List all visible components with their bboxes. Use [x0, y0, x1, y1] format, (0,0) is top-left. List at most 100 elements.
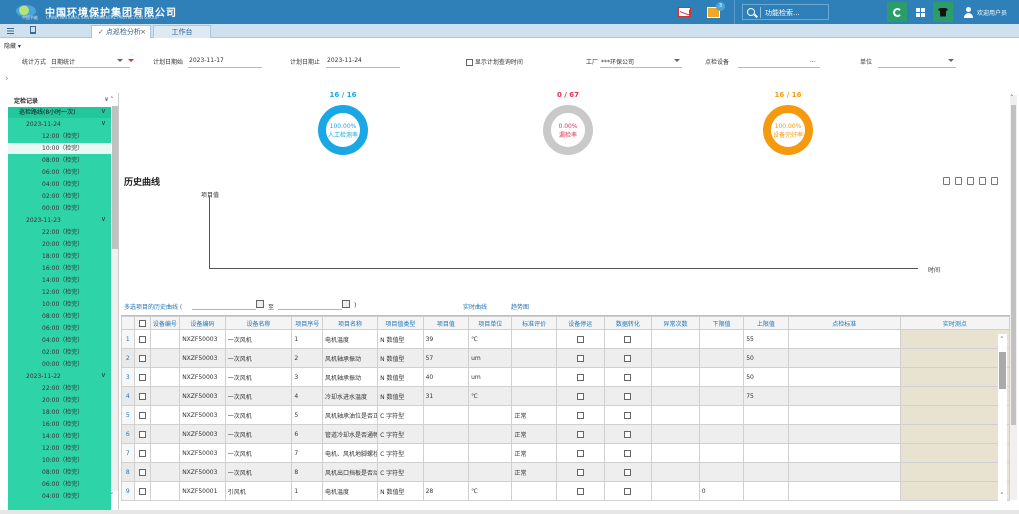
row-checkbox[interactable] [133, 386, 151, 406]
row-checkbox[interactable] [133, 443, 151, 463]
tree-item-time[interactable]: 08:00（检完） [8, 467, 111, 478]
history-start-input[interactable] [192, 299, 256, 310]
tree-item-time[interactable]: 12:00（检完） [8, 131, 111, 142]
user-menu[interactable]: 欢迎用户员 [963, 4, 1007, 20]
chevron-down-icon[interactable]: ∨ [104, 96, 109, 103]
table-row[interactable]: 5NXZF50003一次风机5风机轴承油位是否正常C 字符型正常 [121, 405, 1010, 425]
data-transform-checkbox[interactable] [603, 348, 653, 368]
tree-item-time[interactable]: 18:00（检完） [8, 251, 111, 262]
table-row[interactable]: 4 NXZF50003 一次风机 4 冷却水进水温度 N 数值型 31 ℃ 75 [121, 386, 1010, 406]
tree-item-time[interactable]: 10:00（检完） [8, 143, 111, 154]
tree-item-time[interactable]: 04:00（检完） [8, 179, 111, 190]
table-scrollbar[interactable] [998, 334, 1007, 504]
row-checkbox[interactable] [133, 329, 151, 349]
data-transform-checkbox[interactable] [603, 329, 653, 349]
device-stopped-checkbox[interactable] [555, 329, 605, 349]
tree-item-time[interactable]: 16:00（检完） [8, 419, 111, 430]
tree-scroll-down-icon[interactable]: ˅ [110, 492, 114, 500]
tree-item-time[interactable]: 06:00（检完） [8, 479, 111, 490]
page-scrollbar[interactable] [1010, 95, 1017, 500]
tree-scrollbar[interactable] [112, 106, 118, 491]
tree-item-date[interactable]: 2023-11-24 [8, 119, 111, 130]
tree-item-time[interactable]: 12:00（检完） [8, 287, 111, 298]
device-stopped-checkbox[interactable] [555, 386, 605, 406]
schedule-checkbox[interactable]: 显示计划查询时间 [466, 57, 523, 66]
table-row[interactable]: 6 NXZF50003 一次风机 6 管道冷却水是否通畅 C 字符型 正常 [121, 424, 1010, 444]
row-checkbox[interactable] [133, 462, 151, 482]
theme-button[interactable] [933, 2, 953, 22]
restore-icon[interactable] [979, 177, 986, 185]
tree-item-time[interactable]: 08:00（检完） [8, 155, 111, 166]
plan-end-input[interactable]: 2023-11-24 [327, 57, 362, 64]
tree-item-time[interactable]: 14:00（检完） [8, 275, 111, 286]
tree-item-time[interactable]: 06:00（检完） [8, 323, 111, 334]
chevron-down-icon[interactable]: ∨ [101, 119, 106, 127]
menu-toggle-icon[interactable] [6, 26, 16, 36]
realtime-curve-link[interactable]: 实时曲线 [463, 302, 487, 311]
close-tab-icon[interactable]: × [140, 26, 146, 38]
tree-scroll-up-icon[interactable]: ˄ [110, 96, 114, 104]
tree-item-time[interactable]: 12:00（检完） [8, 443, 111, 454]
device-stopped-checkbox[interactable] [555, 405, 605, 425]
chevron-down-icon[interactable] [674, 59, 680, 62]
tree-item-time[interactable]: 16:00（检完） [8, 263, 111, 274]
data-view-icon[interactable] [943, 177, 950, 185]
tree-item-date[interactable]: 2023-11-23 [8, 215, 111, 226]
tree-item-route[interactable]: 巡检路线(8小时一次) [8, 107, 111, 118]
page-scroll-up-icon[interactable]: ˄ [1010, 94, 1014, 102]
tree-item-time[interactable]: 14:00（检完） [8, 431, 111, 442]
table-row[interactable]: 7NXZF50003一次风机7电机、风机地脚螺栓是否牢固C 字符型正常 [121, 443, 1010, 463]
data-transform-checkbox[interactable] [603, 424, 653, 444]
tree-item-time[interactable]: 06:00（检完） [8, 167, 111, 178]
table-row[interactable]: 3 NXZF50003 一次风机 3 风机轴承振动 N 数值型 40 um 50 [121, 367, 1010, 387]
device-stopped-checkbox[interactable] [555, 348, 605, 368]
data-transform-checkbox[interactable] [603, 443, 653, 463]
apps-grid-button[interactable] [910, 2, 930, 22]
tree-item-time[interactable]: 00:00（检完） [8, 359, 111, 370]
stat-mode-select[interactable]: 日期统计 [51, 57, 75, 66]
chevron-down-icon[interactable]: ∨ [101, 215, 106, 223]
row-checkbox[interactable] [133, 348, 151, 368]
table-scroll-up-icon[interactable]: ˄ [1000, 336, 1004, 344]
trend-chart-link[interactable]: 趋势图 [511, 302, 529, 311]
chevron-down-icon[interactable]: ∨ [101, 107, 106, 115]
chevron-down-icon[interactable]: ∨ [101, 371, 106, 379]
device-stopped-checkbox[interactable] [555, 424, 605, 444]
tree-item-time[interactable]: 02:00（检完） [8, 347, 111, 358]
row-checkbox[interactable] [133, 424, 151, 444]
plan-start-input[interactable]: 2023-11-17 [189, 57, 224, 64]
hide-filter-toggle[interactable]: 隐藏 ▾ [4, 41, 21, 50]
factory-select[interactable]: ***环保公司 [601, 57, 634, 66]
bar-chart-icon[interactable] [967, 177, 974, 185]
device-stopped-checkbox[interactable] [555, 443, 605, 463]
tree-item-time[interactable]: 04:00（检完） [8, 335, 111, 346]
device-stopped-checkbox[interactable] [555, 367, 605, 387]
chevron-down-icon[interactable] [117, 59, 123, 62]
tree-item-time[interactable]: 20:00（检完） [8, 239, 111, 250]
row-checkbox[interactable] [133, 405, 151, 425]
function-search-input[interactable]: 功能检索... [742, 4, 829, 20]
expand-arrow-icon[interactable]: › [5, 74, 9, 84]
table-row[interactable]: 1 NXZF50003 一次风机 1 电机温度 N 数值型 39 ℃ 55 [121, 329, 1010, 349]
select-all-checkbox[interactable] [133, 316, 151, 330]
data-transform-checkbox[interactable] [603, 481, 653, 501]
data-transform-checkbox[interactable] [603, 405, 653, 425]
history-end-input[interactable] [278, 299, 342, 310]
calendar-icon[interactable] [342, 300, 350, 308]
tab-workbench[interactable]: 工作台 [153, 25, 211, 38]
data-transform-checkbox[interactable] [603, 462, 653, 482]
data-transform-checkbox[interactable] [603, 386, 653, 406]
tree-item-time[interactable]: 20:00（检完） [8, 395, 111, 406]
mail-icon[interactable] [676, 4, 692, 20]
table-row[interactable]: 9 NXZF50001 引风机 1 电机温度 N 数值型 28 ℃ 0 [121, 481, 1010, 501]
tree-item-time[interactable]: 08:00（检完） [8, 311, 111, 322]
device-stopped-checkbox[interactable] [555, 481, 605, 501]
chevron-down-icon[interactable] [948, 59, 954, 62]
tree-item-time[interactable]: 22:00（检完） [8, 227, 111, 238]
table-row[interactable]: 8NXZF50003一次风机8风机出口挡板是否动作正常C 字符型正常 [121, 462, 1010, 482]
tree-item-time[interactable]: 02:00（检完） [8, 191, 111, 202]
calendar-icon[interactable] [256, 300, 264, 308]
tree-item-date[interactable]: 2023-11-22 [8, 371, 111, 382]
row-checkbox[interactable] [133, 481, 151, 501]
tree-item-time[interactable]: 00:00（检完） [8, 203, 111, 214]
